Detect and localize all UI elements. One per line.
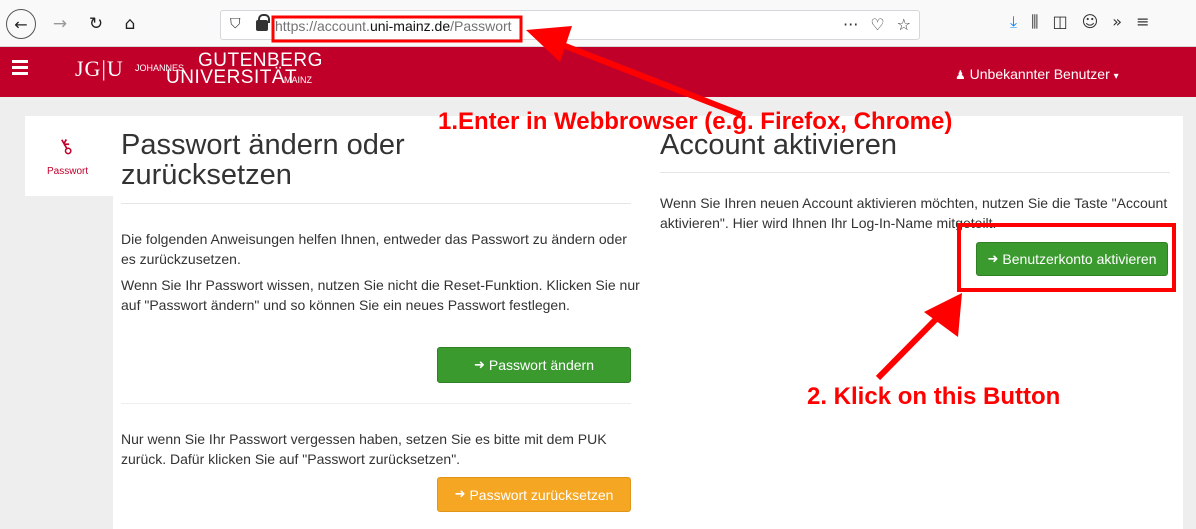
sidebar-item-passwort[interactable]: ⚷ Passwort bbox=[25, 116, 113, 196]
reset-password-label: Passwort zurücksetzen bbox=[469, 486, 614, 503]
annotation-step-1: 1.Enter in Webbrowser (e.g. Firefox, Chr… bbox=[438, 108, 953, 135]
caret-down-icon: ▾ bbox=[1113, 71, 1119, 82]
menu-icon[interactable]: ≡ bbox=[1136, 12, 1149, 32]
user-menu[interactable]: ♟ Unbekannter Benutzer ▾ bbox=[955, 66, 1119, 82]
url-prefix: https://account. bbox=[275, 18, 370, 34]
divider bbox=[121, 403, 631, 404]
lock-icon[interactable] bbox=[256, 14, 270, 31]
user-label: Unbekannter Benutzer bbox=[969, 66, 1110, 82]
overflow-chevron-icon[interactable]: » bbox=[1112, 12, 1122, 32]
back-arrow-icon[interactable]: ← bbox=[6, 9, 36, 39]
activate-account-label: Benutzerkonto aktivieren bbox=[1002, 251, 1157, 267]
user-icon: ♟ bbox=[955, 68, 966, 82]
tracking-shield-icon[interactable]: ⛉ bbox=[230, 16, 241, 32]
library-icon[interactable]: ⫼ bbox=[1031, 12, 1038, 32]
annotation-step-2: 2. Klick on this Button bbox=[807, 383, 1061, 410]
download-icon[interactable]: ⤓ bbox=[1010, 12, 1017, 32]
home-icon[interactable]: ⌂ bbox=[116, 10, 144, 38]
url-domain: uni-mainz.de bbox=[369, 18, 451, 34]
logo-universitat: UNIVERSITÄT bbox=[166, 67, 298, 88]
divider bbox=[660, 172, 1170, 173]
intro-text: Die folgenden Anweisungen helfen Ihnen, … bbox=[121, 231, 627, 267]
arrow-right-icon: ➜ bbox=[987, 251, 999, 267]
main-content: Passwort ändern oder zurücksetzen Die fo… bbox=[113, 116, 1183, 529]
site-header: JG|U JOHANNES GUTENBERG UNIVERSITÄT MAIN… bbox=[0, 47, 1196, 97]
arrow-right-icon: ➜ bbox=[454, 487, 466, 502]
ellipsis-icon[interactable]: ··· bbox=[843, 15, 858, 34]
star-icon[interactable]: ☆ bbox=[897, 15, 911, 34]
reload-icon[interactable]: ↻ bbox=[82, 10, 110, 38]
password-heading: Passwort ändern oder zurücksetzen bbox=[121, 129, 405, 191]
jgu-logo-mark[interactable]: JG|U bbox=[75, 56, 124, 82]
hamburger-menu-icon[interactable] bbox=[12, 60, 28, 75]
change-instructions: Wenn Sie Ihr Passwort wissen, nutzen Sie… bbox=[121, 277, 640, 313]
page-body: ⚷ Passwort Passwort ändern oder zurückse… bbox=[0, 97, 1196, 529]
activate-instructions: Wenn Sie Ihren neuen Account aktivieren … bbox=[660, 195, 1168, 231]
change-password-button[interactable]: ➜ Passwort ändern bbox=[437, 347, 631, 383]
activate-account-button[interactable]: ➜ Benutzerkonto aktivieren bbox=[976, 242, 1168, 276]
url-text[interactable]: https://account.uni-mainz.de/Passwort bbox=[275, 18, 512, 34]
pocket-icon[interactable]: ♡ bbox=[870, 15, 884, 34]
key-icon: ⚷ bbox=[52, 131, 78, 161]
logo-mainz: MAINZ bbox=[284, 75, 312, 85]
url-path: /Passwort bbox=[450, 18, 512, 34]
account-icon[interactable]: ☺ bbox=[1082, 12, 1099, 32]
arrow-right-icon: ➜ bbox=[474, 357, 485, 373]
divider bbox=[121, 203, 631, 204]
change-password-label: Passwort ändern bbox=[488, 357, 594, 373]
sidebar-item-label: Passwort bbox=[47, 166, 89, 177]
forward-arrow-icon[interactable]: → bbox=[46, 10, 74, 38]
sidebar-toggle-icon[interactable]: ◫ bbox=[1052, 12, 1067, 32]
reset-instructions: Nur wenn Sie Ihr Passwort vergessen habe… bbox=[121, 431, 607, 467]
browser-toolbar: ← → ↻ ⌂ ⛉ https://account.uni-mainz.de/P… bbox=[0, 0, 1196, 47]
reset-password-button[interactable]: ➜ Passwort zurücksetzen bbox=[437, 477, 631, 512]
url-bar[interactable]: ⛉ https://account.uni-mainz.de/Passwort … bbox=[220, 10, 920, 40]
